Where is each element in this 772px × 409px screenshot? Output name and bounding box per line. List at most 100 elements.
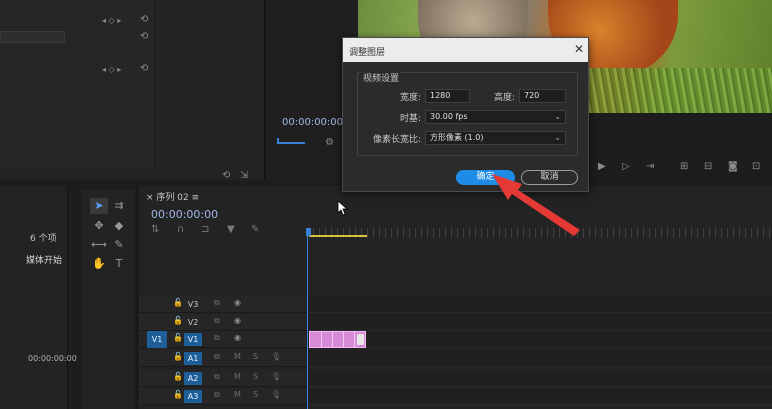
source-zoom-bar[interactable] [277,138,305,144]
sequence-timecode[interactable]: 00:00:00:00 [151,208,218,221]
slip-tool-icon[interactable]: ⟷ [90,237,108,253]
height-label: 高度: [493,93,515,103]
nest-icon[interactable]: ⇅ [151,224,159,235]
reset-icon[interactable]: ⟲ [140,14,148,25]
track-header-a1: 🔓 A1 ⧉ M S 🎙 [139,350,307,367]
sequence-tab-label: 序列 02 [156,193,189,203]
height-input[interactable]: 720 [519,89,566,103]
keyframe-nav-icon[interactable]: ◂ ◇ ▸ [102,16,121,25]
track-name[interactable]: V3 [184,298,202,311]
track-lane-v1[interactable] [307,331,772,348]
track-name[interactable]: A3 [184,390,202,403]
pen-tool-icon[interactable]: ✎ [110,237,128,253]
dialog-title: 调整图层 [343,38,588,62]
sync-icon[interactable]: ⧉ [214,352,220,362]
solo-button[interactable]: S [253,390,258,399]
mute-button[interactable]: M [234,390,241,399]
width-label: 宽度: [399,93,421,103]
hand-tool-icon[interactable]: ✋ [90,256,108,272]
lock-icon[interactable]: 🔓 [173,352,183,361]
eye-icon[interactable]: ◉ [234,333,241,342]
eye-icon[interactable]: ◉ [234,316,241,325]
menu-icon[interactable]: ≡ [189,193,200,203]
effect-row-2: ⟲ [0,31,265,45]
extract-icon[interactable]: ⊟ [704,161,712,172]
ripple-edit-tool-icon[interactable]: ✥ [90,218,108,234]
solo-button[interactable]: S [253,352,258,361]
track-lane-a2[interactable] [307,370,772,387]
mute-button[interactable]: M [234,352,241,361]
timebase-label: 时基: [399,114,421,124]
track-lane-a3[interactable] [307,388,772,405]
sync-icon[interactable]: ⧉ [214,316,220,326]
close-icon[interactable]: × [146,193,156,203]
pixel-aspect-label: 像素长宽比: [372,135,421,145]
settings-icon[interactable]: ⟲ [222,170,230,181]
track-header-a2: 🔓 A2 ⧉ M S 🎙 [139,370,307,387]
play-icon[interactable]: ▶ [598,161,606,172]
sync-icon[interactable]: ⧉ [214,298,220,308]
close-icon[interactable]: ✕ [572,42,586,56]
timeline-clip[interactable] [309,331,366,348]
razor-tool-icon[interactable]: ◆ [110,218,128,234]
media-start-value: 00:00:00:00 [28,354,77,363]
lock-icon[interactable]: 🔓 [173,372,183,381]
lock-icon[interactable]: 🔓 [173,390,183,399]
source-patch-v1[interactable]: V1 [147,331,167,348]
linked-selection-icon[interactable]: ⊐ [201,224,209,235]
sync-icon[interactable]: ⧉ [214,390,220,400]
mic-icon[interactable]: 🎙 [271,390,281,399]
reset-icon[interactable]: ⟲ [140,31,148,42]
lock-icon[interactable]: 🔓 [173,298,183,307]
keyframe-nav-icon[interactable]: ◂ ◇ ▸ [102,65,121,74]
effect-value-field[interactable] [0,31,65,43]
add-marker-icon[interactable]: ▼ [227,224,235,235]
program-transport-bar: ▶ ▷ ⇥ ⊞ ⊟ ◙ ⊡ [588,155,772,181]
tab-sequence[interactable]: × 序列 02 ≡ [146,190,199,203]
lift-icon[interactable]: ⊞ [680,161,688,172]
next-edit-icon[interactable]: ⇥ [646,161,654,172]
export-frame-icon[interactable]: ⇲ [240,170,248,181]
mute-button[interactable]: M [234,372,241,381]
eye-icon[interactable]: ◉ [234,298,241,307]
chevron-down-icon: ⌄ [554,133,561,142]
type-tool-icon[interactable]: T [110,256,128,272]
media-start-column-header[interactable]: 媒体开始 [26,253,62,266]
playhead-line[interactable] [307,230,308,409]
step-forward-icon[interactable]: ▷ [622,161,630,172]
selection-tool-icon[interactable]: ➤ [90,198,108,214]
timebase-select[interactable]: 30.00 fps ⌄ [425,110,566,124]
track-name[interactable]: A2 [184,372,202,385]
annotation-arrow-icon [492,174,580,236]
snap-icon[interactable]: ∩ [177,224,184,235]
reset-icon[interactable]: ⟲ [140,63,148,74]
video-settings-label: 视频设置 [361,71,402,84]
track-name[interactable]: A1 [184,352,202,365]
track-lane-v3[interactable] [307,296,772,313]
work-area-bar[interactable] [309,235,367,237]
track-lane-v2[interactable] [307,314,772,331]
width-input[interactable]: 1280 [425,89,470,103]
sync-icon[interactable]: ⧉ [214,372,220,382]
sync-icon[interactable]: ⧉ [214,333,220,343]
clip-end-handle[interactable] [357,334,364,345]
source-timecode[interactable]: 00:00:00:00 [282,117,343,128]
wrench-icon[interactable]: ✎ [251,224,259,235]
track-select-tool-icon[interactable]: ⇉ [110,198,128,214]
pixel-aspect-value: 方形像素 (1.0) [430,133,484,142]
lock-icon[interactable]: 🔓 [173,333,183,342]
track-header-a3: 🔓 A3 ⧉ M S 🎙 [139,388,307,405]
pixel-aspect-select[interactable]: 方形像素 (1.0) ⌄ [425,131,566,145]
playhead-handle[interactable] [306,228,311,236]
track-name[interactable]: V2 [184,316,202,329]
project-panel [0,186,68,409]
button-editor-icon[interactable]: ⊡ [752,161,760,172]
mic-icon[interactable]: 🎙 [271,372,281,381]
solo-button[interactable]: S [253,372,258,381]
mic-icon[interactable]: 🎙 [271,352,281,361]
track-lane-a1[interactable] [307,350,772,367]
track-name[interactable]: V1 [184,333,202,346]
lock-icon[interactable]: 🔓 [173,316,183,325]
camera-icon[interactable]: ◙ [728,161,738,172]
wrench-icon[interactable]: ⚙ [325,137,334,148]
